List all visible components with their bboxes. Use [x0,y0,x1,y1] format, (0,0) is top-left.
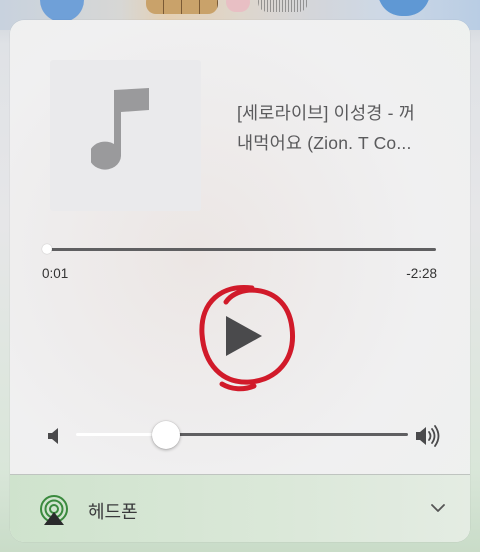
track-title: [세로라이브] 이성경 - 꺼 내먹어요 (Zion. T Co... [237,98,437,158]
remaining-time: -2:28 [406,266,437,281]
music-note-icon [90,87,149,170]
play-button[interactable] [196,286,292,386]
speaker-low-icon [48,428,58,444]
airplay-icon [40,495,68,525]
elapsed-time: 0:01 [42,266,69,281]
audio-route-selector[interactable]: 헤드폰 [10,475,470,542]
safari-app-icon [40,0,84,22]
now-playing-card: [세로라이브] 이성경 - 꺼 내먹어요 (Zion. T Co... 0:01… [10,20,470,542]
page-indicator [226,548,256,552]
chevron-down-icon[interactable] [430,502,446,514]
volume-slider[interactable] [166,433,408,436]
playback-progress-bar[interactable] [47,248,436,251]
app-icon [146,0,218,14]
volume-slider-handle[interactable] [152,421,180,449]
speaker-high-icon [416,425,440,447]
play-icon [226,316,262,356]
icloud-app-icon [378,0,430,16]
voice-memos-app-icon [258,0,308,12]
audio-route-label: 헤드폰 [88,502,138,522]
album-artwork[interactable] [50,60,201,211]
track-title-line-1: [세로라이브] 이성경 - 꺼 [237,103,416,123]
playback-scrubber-handle[interactable] [42,244,52,254]
track-title-line-2: 내먹어요 (Zion. T Co... [237,133,412,153]
app-icon [226,0,250,12]
